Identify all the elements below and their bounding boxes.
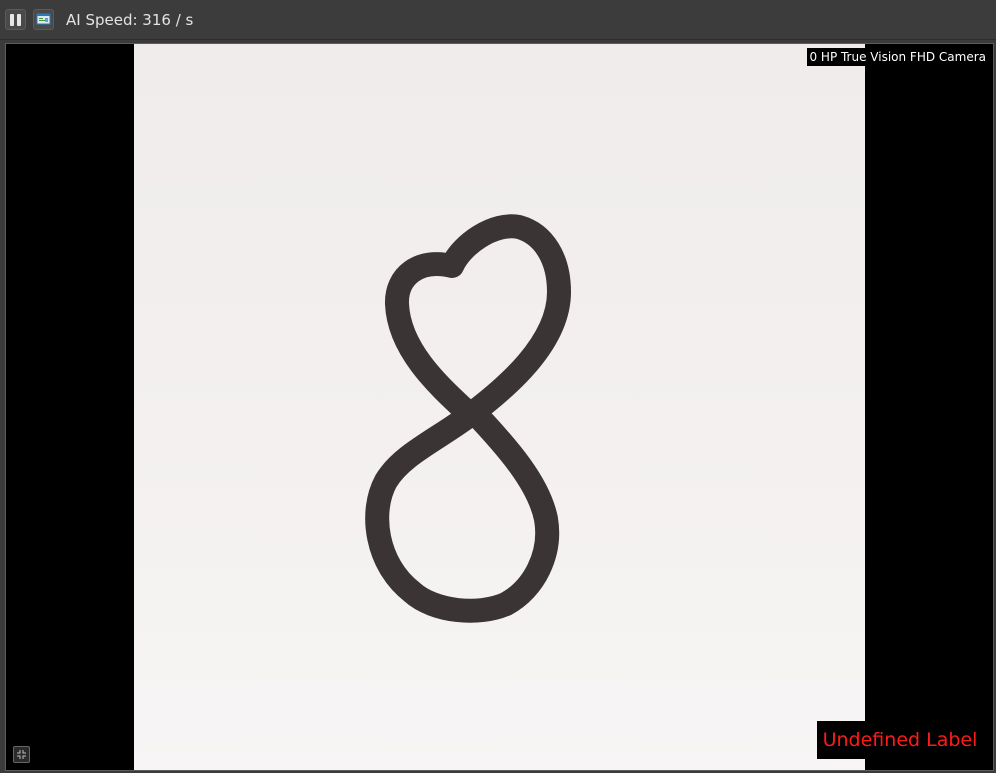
pause-icon-bar: [17, 14, 21, 26]
pause-button[interactable]: [5, 9, 26, 30]
ai-speed-label: AI Speed: 316 / s: [66, 11, 194, 29]
pause-icon: [10, 14, 14, 26]
collapse-icon: [17, 750, 26, 759]
prediction-label: Undefined Label: [817, 721, 983, 759]
camera-feed: [134, 44, 865, 770]
screen-capture-icon: [36, 13, 51, 25]
screen-capture-button[interactable]: [33, 9, 54, 30]
fullscreen-toggle-button[interactable]: [13, 746, 30, 763]
top-toolbar: AI Speed: 316 / s: [0, 0, 996, 40]
camera-name-label: 0 HP True Vision FHD Camera: [807, 48, 988, 66]
camera-viewport[interactable]: 0 HP True Vision FHD Camera Undefined La…: [5, 43, 994, 771]
handwritten-digit-image: [365, 214, 571, 623]
